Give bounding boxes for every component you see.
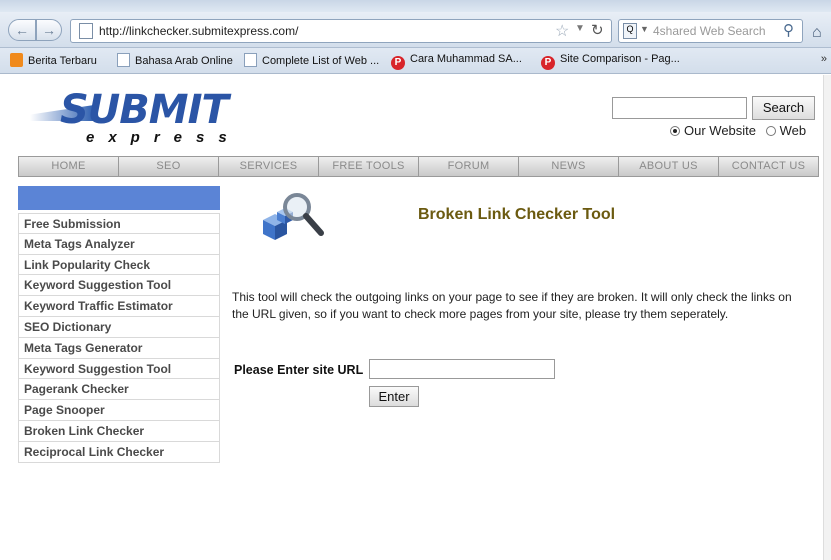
radio-label: Web xyxy=(779,123,807,138)
bookmark-label: Berita Terbaru xyxy=(28,55,97,67)
magnifier-icon[interactable]: ⚲ xyxy=(783,21,794,39)
bookmark-item[interactable]: Berita Terbaru xyxy=(10,53,97,67)
bookmark-item[interactable]: P Cara Muhammad SA... xyxy=(391,53,522,70)
nav-news[interactable]: NEWS xyxy=(519,157,619,176)
radio-web[interactable]: Web xyxy=(765,123,807,138)
browser-titlebar-strip xyxy=(0,0,831,12)
sidebar-item-seo-dictionary[interactable]: SEO Dictionary xyxy=(18,316,220,338)
sidebar-item-broken-link-checker[interactable]: Broken Link Checker xyxy=(18,420,220,442)
sidebar-item-keyword-suggestion-tool[interactable]: Keyword Suggestion Tool xyxy=(18,275,220,297)
sidebar-item-keyword-suggestion-tool-2[interactable]: Keyword Suggestion Tool xyxy=(18,358,220,380)
bookmark-label: Bahasa Arab Online xyxy=(135,55,233,67)
tool-description: This tool will check the outgoing links … xyxy=(232,290,792,321)
sidebar-item-meta-tags-analyzer[interactable]: Meta Tags Analyzer xyxy=(18,233,220,255)
history-dropdown-icon[interactable]: ▼ xyxy=(575,23,585,34)
bookmark-label: Cara Muhammad SA... xyxy=(410,53,522,65)
sidebar-item-free-submission[interactable]: Free Submission xyxy=(18,213,220,234)
page-content: SUBMIT express Search Our Website Web HO… xyxy=(0,75,823,560)
nav-about-us[interactable]: ABOUT US xyxy=(619,157,719,176)
magnifier-cubes-icon xyxy=(263,193,324,240)
tools-sidebar: Free Submission Meta Tags Analyzer Link … xyxy=(18,186,220,463)
nav-free-tools[interactable]: FREE TOOLS xyxy=(319,157,419,176)
radio-unselected-icon[interactable] xyxy=(765,126,776,136)
reload-icon[interactable]: ↻ xyxy=(591,21,604,39)
enter-button[interactable]: Enter xyxy=(369,386,419,407)
address-bar[interactable]: http://linkchecker.submitexpress.com/ ☆ … xyxy=(70,19,612,43)
url-field-label: Please Enter site URL xyxy=(234,363,364,377)
sidebar-item-pagerank-checker[interactable]: Pagerank Checker xyxy=(18,379,220,401)
sidebar-item-link-popularity-check[interactable]: Link Popularity Check xyxy=(18,254,220,276)
back-arrow-icon[interactable]: ← xyxy=(8,19,36,41)
p-logo-icon: P xyxy=(391,56,405,70)
p-logo-icon: P xyxy=(541,56,555,70)
radio-selected-icon[interactable] xyxy=(670,126,680,136)
radio-label: Our Website xyxy=(684,123,757,138)
site-url-input[interactable] xyxy=(369,359,555,379)
bookmark-label: Complete List of Web ... xyxy=(262,55,380,67)
sidebar-item-reciprocal-link-checker[interactable]: Reciprocal Link Checker xyxy=(18,441,220,463)
submit-express-logo[interactable]: SUBMIT express xyxy=(30,85,260,147)
nav-home[interactable]: HOME xyxy=(19,157,119,176)
sidebar-list: Free Submission Meta Tags Analyzer Link … xyxy=(18,213,220,463)
page-scrollbar[interactable] xyxy=(823,75,831,560)
site-search-input[interactable] xyxy=(612,97,747,119)
address-bar-url[interactable]: http://linkchecker.submitexpress.com/ xyxy=(99,24,298,38)
rss-feed-icon xyxy=(10,53,23,67)
bookmark-star-icon[interactable]: ☆ xyxy=(555,21,569,41)
radio-our-website[interactable]: Our Website xyxy=(670,123,756,138)
bookmarks-overflow-chevron[interactable]: » xyxy=(821,53,827,65)
sidebar-item-page-snooper[interactable]: Page Snooper xyxy=(18,400,220,421)
sidebar-item-keyword-traffic-estimator[interactable]: Keyword Traffic Estimator xyxy=(18,296,220,317)
search-engine-icon[interactable]: Q xyxy=(623,23,637,39)
logo-sub-text: express xyxy=(86,129,241,146)
sidebar-item-meta-tags-generator[interactable]: Meta Tags Generator xyxy=(18,337,220,359)
search-engine-placeholder[interactable]: 4shared Web Search xyxy=(653,24,766,38)
forward-arrow-icon[interactable]: → xyxy=(36,19,62,41)
page-icon xyxy=(244,53,257,67)
nav-services[interactable]: SERVICES xyxy=(219,157,319,176)
bookmark-item[interactable]: Bahasa Arab Online xyxy=(117,53,233,67)
bookmark-item[interactable]: Complete List of Web ... xyxy=(244,53,379,67)
bookmark-label: Site Comparison - Pag... xyxy=(560,53,680,65)
home-icon[interactable]: ⌂ xyxy=(812,24,822,42)
site-search-button[interactable]: Search xyxy=(752,96,815,120)
browser-search-box[interactable]: Q ▼ 4shared Web Search ⚲ xyxy=(618,19,803,43)
nav-forum[interactable]: FORUM xyxy=(419,157,519,176)
bookmark-item[interactable]: P Site Comparison - Pag... xyxy=(541,53,680,70)
nav-seo[interactable]: SEO xyxy=(119,157,219,176)
search-scope-options: Our Website Web xyxy=(670,123,806,138)
page-icon xyxy=(117,53,130,67)
browser-navigation-bar: ← → http://linkchecker.submitexpress.com… xyxy=(0,12,831,48)
page-title: Broken Link Checker Tool xyxy=(418,206,616,223)
bookmarks-bar: Berita Terbaru Bahasa Arab Online Comple… xyxy=(0,48,831,74)
logo-main-text: SUBMIT xyxy=(60,87,229,133)
sidebar-header xyxy=(18,186,220,210)
search-engine-dropdown-icon[interactable]: ▼ xyxy=(640,24,649,34)
nav-contact-us[interactable]: CONTACT US xyxy=(719,157,818,176)
page-icon xyxy=(79,23,93,39)
top-navigation: HOME SEO SERVICES FREE TOOLS FORUM NEWS … xyxy=(18,156,819,177)
